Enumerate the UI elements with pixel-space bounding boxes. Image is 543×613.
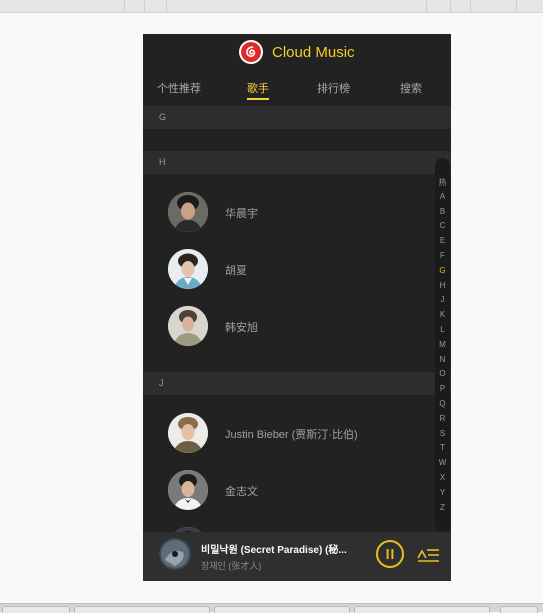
index-letter[interactable]: P	[435, 384, 450, 393]
artist-name: Justin Bieber (贾斯汀·比伯)	[225, 429, 358, 441]
section-letter: G	[159, 112, 167, 122]
index-letter[interactable]: A	[435, 192, 450, 201]
index-letter[interactable]: B	[435, 207, 450, 216]
song-title: 비밀낙원 (Secret Paradise) (秘...	[201, 545, 347, 556]
mini-player[interactable]: 비밀낙원 (Secret Paradise) (秘... 장재인 (张才人)	[143, 532, 451, 581]
index-letter[interactable]: Z	[435, 503, 450, 512]
index-letter[interactable]: K	[435, 310, 450, 319]
netease-logo-icon	[239, 40, 263, 64]
artist-avatar	[168, 413, 208, 453]
artist-name: 韩安旭	[225, 322, 258, 334]
index-letter[interactable]: R	[435, 414, 450, 423]
artist-row[interactable]: 韩安旭	[143, 298, 433, 355]
index-letter[interactable]: M	[435, 340, 450, 349]
strip-divider	[124, 0, 125, 12]
index-letter[interactable]: X	[435, 473, 450, 482]
tab-charts[interactable]: 排行榜	[317, 80, 350, 96]
nav-tabs: 个性推荐 歌手 排行榜 搜索	[143, 70, 451, 102]
browser-top-strip	[0, 0, 543, 13]
tab-singers[interactable]: 歌手	[247, 80, 269, 96]
playlist-icon	[417, 549, 439, 562]
taskbar-item[interactable]	[500, 606, 538, 613]
tab-search[interactable]: 搜索	[400, 80, 422, 96]
section-header-h: H	[143, 151, 451, 174]
taskbar-item[interactable]	[2, 606, 70, 613]
artist-name: 华晨宇	[225, 208, 258, 220]
artist-row[interactable]: Justin Bieber (贾斯汀·比伯)	[143, 405, 433, 462]
index-letter[interactable]: 热	[435, 177, 450, 188]
artist-name: 金志文	[225, 486, 258, 498]
section-header-g: G	[143, 106, 451, 129]
brand-title: Cloud Music	[272, 44, 355, 61]
index-letter[interactable]: Q	[435, 399, 450, 408]
strip-divider	[426, 0, 427, 12]
strip-divider	[470, 0, 471, 12]
taskbar-item[interactable]	[214, 606, 350, 613]
taskbar-item[interactable]	[74, 606, 210, 613]
section-letter: H	[159, 157, 166, 167]
strip-divider	[166, 0, 167, 12]
index-letter[interactable]: J	[435, 295, 450, 304]
artist-avatar	[168, 249, 208, 289]
index-letter[interactable]: C	[435, 221, 450, 230]
index-letter[interactable]: Y	[435, 488, 450, 497]
index-letter[interactable]: O	[435, 369, 450, 378]
index-letter[interactable]: G	[435, 266, 450, 275]
artist-avatar	[168, 470, 208, 510]
artist-name: 胡夏	[225, 265, 247, 277]
album-cover[interactable]	[159, 538, 191, 570]
artist-row[interactable]: 胡夏	[143, 241, 433, 298]
artist-row[interactable]: 金志文	[143, 462, 433, 519]
index-letter[interactable]: E	[435, 236, 450, 245]
index-letter[interactable]: F	[435, 251, 450, 260]
playlist-button[interactable]	[416, 541, 442, 567]
strip-divider	[144, 0, 145, 12]
artist-avatar	[168, 192, 208, 232]
index-letter[interactable]: S	[435, 429, 450, 438]
index-letter[interactable]: W	[435, 458, 450, 467]
section-header-j: J	[143, 372, 451, 395]
pause-icon	[386, 549, 394, 559]
tab-recommend[interactable]: 个性推荐	[157, 80, 201, 96]
index-letter[interactable]: N	[435, 355, 450, 364]
strip-divider	[516, 0, 517, 12]
strip-divider	[450, 0, 451, 12]
index-letter[interactable]: H	[435, 281, 450, 290]
taskbar-item[interactable]	[354, 606, 490, 613]
artist-list[interactable]: G H 华晨宇 胡夏 韩安旭 J Justin Bieber (贾斯汀·比伯) …	[143, 106, 451, 560]
index-letter[interactable]: T	[435, 443, 450, 452]
artist-avatar	[168, 306, 208, 346]
section-letter: J	[159, 378, 164, 388]
pause-button[interactable]	[376, 540, 404, 568]
artist-row[interactable]: 华晨宇	[143, 184, 433, 241]
app-header: Cloud Music	[143, 34, 451, 70]
alphabet-index[interactable]: 热ABCEFGHJKLMNOPQRSTWXYZ	[435, 158, 450, 532]
music-app: Cloud Music 个性推荐 歌手 排行榜 搜索 G H 华晨宇 胡夏 韩安…	[143, 34, 451, 581]
song-artist: 장재인 (张才人)	[201, 561, 262, 571]
index-letter[interactable]: L	[435, 325, 450, 334]
active-tab-indicator	[247, 98, 269, 100]
